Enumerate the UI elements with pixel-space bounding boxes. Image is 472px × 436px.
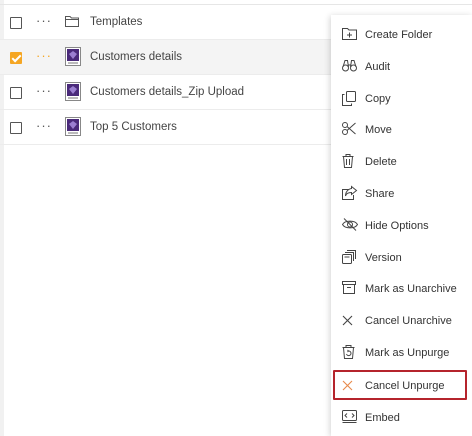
menu-item-label: Copy — [365, 92, 391, 105]
menu-item-label: Share — [365, 188, 395, 200]
unpurge-bin-icon — [342, 345, 358, 361]
menu-item-label: Version — [365, 251, 402, 264]
menu-item-label: Embed — [365, 411, 400, 424]
share-icon — [342, 185, 358, 202]
report-file-icon — [65, 47, 81, 66]
more-options-icon[interactable]: ··· — [36, 49, 52, 62]
copy-icon — [342, 90, 358, 107]
version-icon — [342, 249, 358, 266]
menu-item-hide-options[interactable]: Hide Options — [331, 210, 472, 242]
file-name[interactable]: Customers details_Zip Upload — [90, 86, 244, 98]
report-file-icon — [65, 117, 81, 136]
archive-box-icon — [342, 281, 358, 297]
menu-item-label: Mark as Unpurge — [365, 347, 450, 359]
folder-icon — [65, 14, 81, 32]
context-menu: Create Folder Audit Copy Move Delete Sha… — [331, 15, 472, 436]
menu-item-embed[interactable]: Embed — [331, 402, 472, 434]
menu-item-create-folder[interactable]: Create Folder — [331, 19, 472, 51]
menu-item-move[interactable]: Move — [331, 114, 472, 146]
menu-item-copy[interactable]: Copy — [331, 83, 472, 115]
menu-item-label: Cancel Unpurge — [365, 379, 445, 392]
menu-item-label: Mark as Unarchive — [365, 283, 457, 296]
menu-item-label: Move — [365, 124, 392, 137]
more-options-icon[interactable]: ··· — [36, 84, 52, 97]
menu-item-cancel-unpurge[interactable]: Cancel Unpurge — [331, 369, 472, 402]
create-folder-icon — [342, 27, 358, 43]
menu-item-label: Hide Options — [365, 219, 429, 232]
menu-item-version[interactable]: Version — [331, 242, 472, 274]
menu-item-share[interactable]: Share — [331, 178, 472, 210]
scissors-icon — [342, 122, 358, 138]
file-name[interactable]: Templates — [90, 16, 142, 28]
row-checkbox[interactable] — [10, 17, 22, 29]
menu-item-mark-as-unpurge[interactable]: Mark as Unpurge — [331, 337, 472, 369]
row-checkbox[interactable] — [10, 87, 22, 99]
file-name[interactable]: Top 5 Customers — [90, 121, 177, 133]
embed-code-icon — [342, 409, 358, 426]
row-checkbox[interactable] — [10, 122, 22, 134]
close-icon — [342, 313, 358, 329]
menu-item-label: Delete — [365, 156, 397, 169]
eye-slash-icon — [341, 217, 359, 234]
more-options-icon[interactable]: ··· — [36, 119, 52, 132]
menu-item-label: Cancel Unarchive — [365, 315, 452, 328]
menu-item-audit[interactable]: Audit — [331, 51, 472, 83]
menu-item-mark-as-unarchive[interactable]: Mark as Unarchive — [331, 273, 472, 305]
report-file-icon — [65, 82, 81, 101]
menu-item-label: Audit — [365, 60, 391, 73]
menu-item-cancel-unarchive[interactable]: Cancel Unarchive — [331, 305, 472, 337]
more-options-icon[interactable]: ··· — [36, 14, 52, 27]
trash-icon — [342, 154, 358, 170]
audit-binoculars-icon — [342, 59, 358, 75]
close-icon — [342, 378, 358, 394]
row-checkbox[interactable] — [10, 52, 22, 64]
file-name[interactable]: Customers details — [90, 51, 182, 63]
menu-item-label: Create Folder — [365, 29, 433, 41]
menu-item-delete[interactable]: Delete — [331, 146, 472, 178]
